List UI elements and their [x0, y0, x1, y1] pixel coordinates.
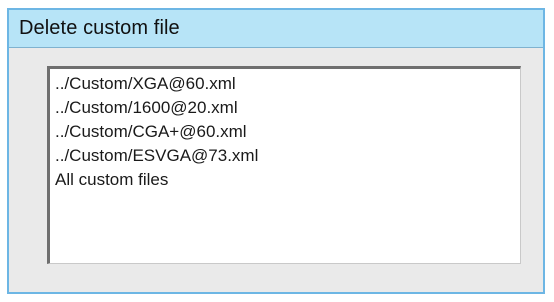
dialog-title-bar: Delete custom file	[9, 10, 543, 48]
list-item-esvga-73[interactable]: ../Custom/ESVGA@73.xml	[50, 144, 520, 168]
delete-custom-file-dialog: Delete custom file ../Custom/XGA@60.xml …	[7, 8, 545, 294]
custom-file-listbox[interactable]: ../Custom/XGA@60.xml ../Custom/1600@20.x…	[47, 66, 521, 264]
list-item-all-custom-files[interactable]: All custom files	[50, 168, 520, 192]
list-item-cga-plus-60[interactable]: ../Custom/CGA+@60.xml	[50, 120, 520, 144]
list-item-1600-20[interactable]: ../Custom/1600@20.xml	[50, 96, 520, 120]
list-item-xga-60[interactable]: ../Custom/XGA@60.xml	[50, 72, 520, 96]
dialog-title: Delete custom file	[19, 17, 180, 39]
